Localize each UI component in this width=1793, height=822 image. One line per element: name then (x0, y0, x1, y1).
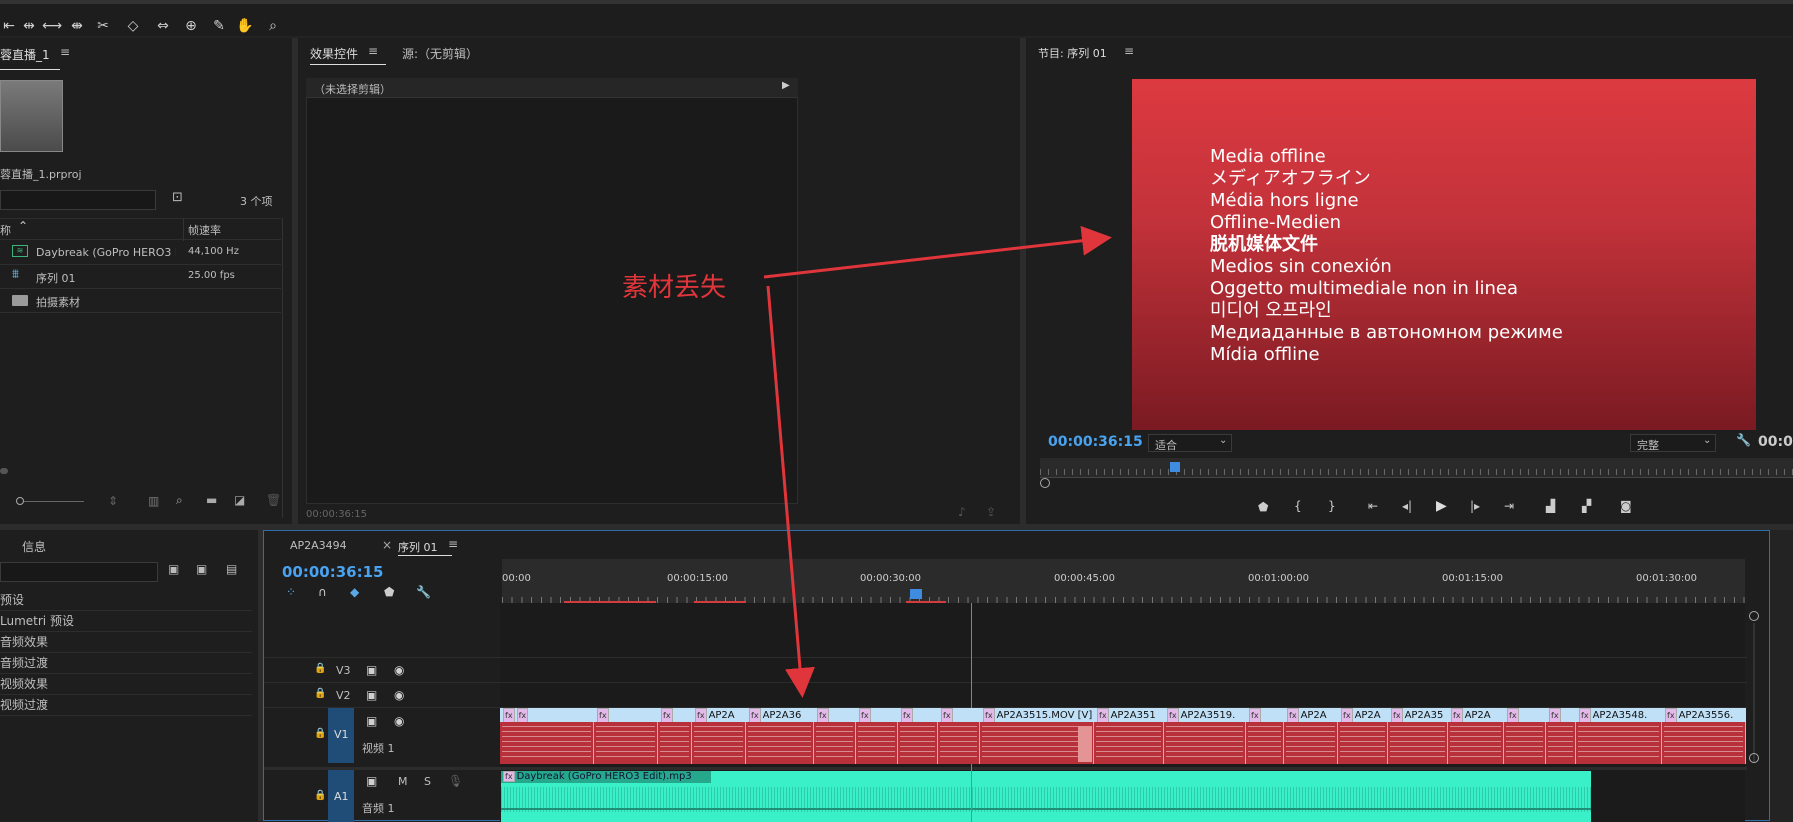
annotation-arrows (763, 225, 1112, 698)
arrow-to-timeline (766, 285, 815, 698)
arrow-to-monitor (763, 225, 1112, 279)
